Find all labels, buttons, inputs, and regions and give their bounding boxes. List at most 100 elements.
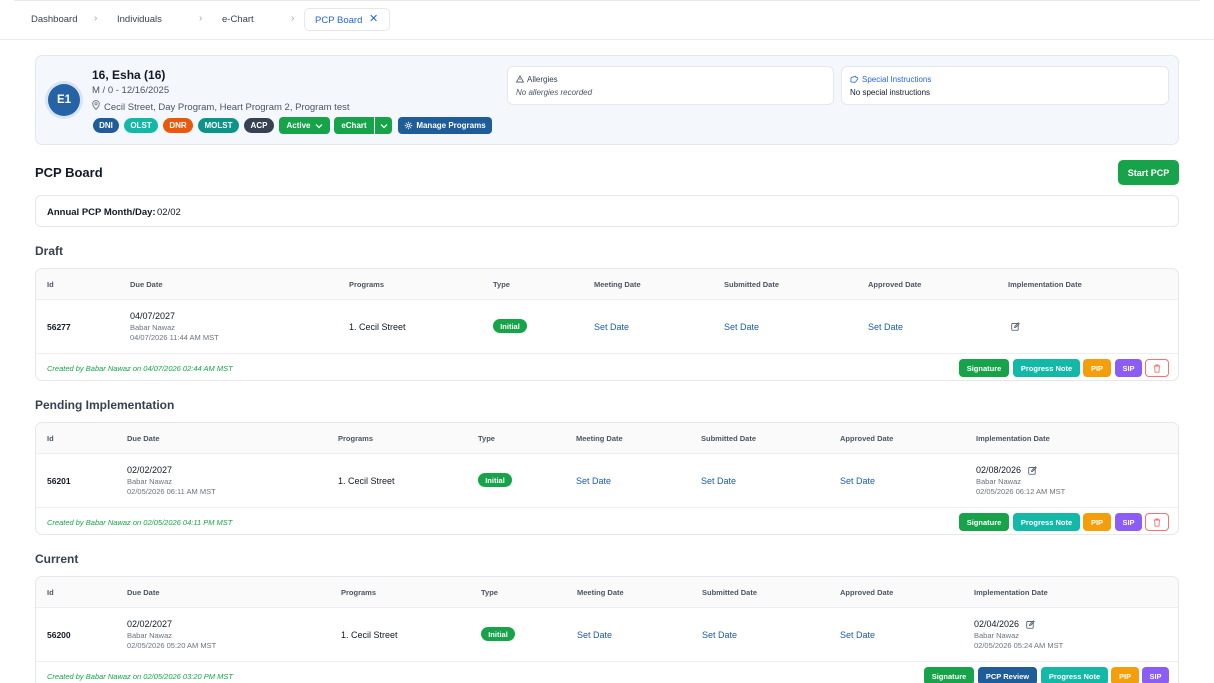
due-date-timestamp: 02/05/2026 05:20 AM MST [127, 641, 217, 650]
chevron-down-icon [315, 123, 322, 128]
sip-button[interactable]: SIP [1142, 667, 1169, 683]
approved-date-link[interactable]: Set Date [840, 476, 875, 486]
type-badge: Initial [493, 319, 527, 333]
pcp-id: 56277 [47, 322, 71, 332]
column-header-meeting-date: Meeting Date [576, 434, 623, 443]
start-pcp-button[interactable]: Start PCP [1118, 160, 1179, 185]
column-header-meeting-date: Meeting Date [577, 588, 624, 597]
submitted-date-link[interactable]: Set Date [701, 476, 736, 486]
delete-button[interactable] [1145, 359, 1169, 377]
breadcrumb-individuals[interactable]: Individuals [117, 14, 162, 25]
special-instructions-title[interactable]: Special Instructions [850, 75, 931, 84]
avatar: E1 [48, 84, 80, 116]
patient-location: Cecil Street, Day Program, Heart Program… [92, 100, 350, 113]
implementation-author: Babar Nawaz [974, 631, 1020, 640]
gear-icon [405, 121, 413, 130]
warning-icon [515, 74, 525, 83]
column-header-id: Id [47, 434, 54, 443]
trash-icon [1153, 518, 1161, 527]
column-header-implementation-date: Implementation Date [1008, 280, 1082, 289]
column-header-programs: Programs [349, 280, 385, 289]
pcp-card-current: Id Due Date Programs Type Meeting Date S… [35, 576, 1179, 683]
badge-dni[interactable]: DNI [93, 118, 119, 133]
column-header-type: Type [481, 588, 498, 597]
breadcrumb-pcp-board: PCP Board [315, 15, 363, 26]
sip-button[interactable]: SIP [1115, 359, 1142, 377]
column-header-due-date: Due Date [130, 280, 163, 289]
progress-note-button[interactable]: Progress Note [1013, 359, 1080, 377]
echart-button[interactable]: eChart [334, 117, 374, 134]
manage-programs-button[interactable]: Manage Programs [398, 117, 492, 134]
card-footer: Created by Babar Nawaz on 04/07/2026 02:… [36, 355, 1178, 380]
table-header: Id Due Date Programs Type Meeting Date S… [36, 269, 1178, 300]
implementation-timestamp: 02/05/2026 06:12 AM MST [976, 487, 1066, 496]
chevron-right-icon: › [291, 13, 295, 24]
badge-molst[interactable]: MOLST [198, 118, 239, 133]
submitted-date-link[interactable]: Set Date [702, 630, 737, 640]
signature-button[interactable]: Signature [959, 359, 1009, 377]
column-header-programs: Programs [338, 434, 374, 443]
badge-acp[interactable]: ACP [244, 118, 274, 133]
meeting-date-link[interactable]: Set Date [577, 630, 612, 640]
column-header-id: Id [47, 588, 54, 597]
approved-date-link[interactable]: Set Date [868, 322, 903, 332]
map-pin-icon [92, 100, 102, 112]
breadcrumb: Dashboard › Individuals › e-Chart › PCP … [0, 0, 1214, 40]
program: 1. Cecil Street [349, 322, 406, 332]
pcp-id: 56200 [47, 630, 71, 640]
edit-icon[interactable] [1028, 466, 1037, 475]
close-icon[interactable]: ✕ [369, 13, 378, 25]
due-date-author: Babar Nawaz [127, 631, 173, 640]
pip-button[interactable]: PIP [1083, 359, 1111, 377]
patient-location-text: Cecil Street, Day Program, Heart Program… [104, 102, 350, 113]
signature-button[interactable]: Signature [959, 513, 1009, 531]
pip-button[interactable]: PIP [1083, 513, 1111, 531]
column-header-type: Type [493, 280, 510, 289]
sip-button[interactable]: SIP [1115, 513, 1142, 531]
chevron-right-icon: › [94, 13, 98, 24]
column-header-approved-date: Approved Date [840, 588, 894, 597]
table-row: 56200 02/02/2027 Babar Nawaz 02/05/2026 … [36, 608, 1178, 662]
card-footer: Created by Babar Nawaz on 02/05/2026 04:… [36, 509, 1178, 534]
due-date-timestamp: 04/07/2026 11:44 AM MST [130, 333, 219, 342]
badge-dnr[interactable]: DNR [163, 118, 193, 133]
program: 1. Cecil Street [338, 476, 395, 486]
approved-date-link[interactable]: Set Date [840, 630, 875, 640]
hand-icon [850, 75, 859, 83]
progress-note-button[interactable]: Progress Note [1041, 667, 1108, 683]
submitted-date-link[interactable]: Set Date [724, 322, 759, 332]
column-header-type: Type [478, 434, 495, 443]
delete-button[interactable] [1145, 513, 1169, 531]
edit-icon[interactable] [1011, 322, 1020, 331]
program: 1. Cecil Street [341, 630, 398, 640]
pcp-review-button[interactable]: PCP Review [978, 667, 1037, 683]
implementation-timestamp: 02/05/2026 05:24 AM MST [974, 641, 1064, 650]
patient-header: E1 16, Esha (16) M / 0 - 12/16/2025 Ceci… [35, 55, 1179, 145]
special-instructions-title-text: Special Instructions [862, 75, 932, 84]
created-by-note: Created by Babar Nawaz on 04/07/2026 02:… [47, 364, 233, 373]
edit-icon[interactable] [1026, 620, 1035, 629]
column-header-implementation-date: Implementation Date [974, 588, 1048, 597]
column-header-implementation-date: Implementation Date [976, 434, 1050, 443]
meeting-date-link[interactable]: Set Date [576, 476, 611, 486]
breadcrumb-dashboard[interactable]: Dashboard [31, 14, 77, 25]
column-header-due-date: Due Date [127, 434, 160, 443]
section-title-draft: Draft [35, 244, 64, 258]
section-title-current: Current [35, 552, 79, 566]
type-badge: Initial [481, 627, 515, 641]
breadcrumb-active-tab[interactable]: PCP Board ✕ [304, 8, 390, 31]
table-header: Id Due Date Programs Type Meeting Date S… [36, 423, 1178, 454]
column-header-programs: Programs [341, 588, 377, 597]
breadcrumb-echart[interactable]: e-Chart [222, 14, 254, 25]
badge-olst[interactable]: OLST [124, 118, 158, 133]
annual-pcp-value: 02/02 [157, 207, 181, 218]
echart-dropdown-toggle[interactable] [375, 117, 392, 134]
progress-note-button[interactable]: Progress Note [1013, 513, 1080, 531]
patient-name: 16, Esha (16) [92, 68, 166, 82]
meeting-date-link[interactable]: Set Date [594, 322, 629, 332]
signature-button[interactable]: Signature [924, 667, 974, 683]
pip-button[interactable]: PIP [1111, 667, 1139, 683]
allergies-value: No allergies recorded [516, 88, 593, 97]
status-dropdown[interactable]: Active [279, 117, 330, 134]
pcp-id: 56201 [47, 476, 71, 486]
